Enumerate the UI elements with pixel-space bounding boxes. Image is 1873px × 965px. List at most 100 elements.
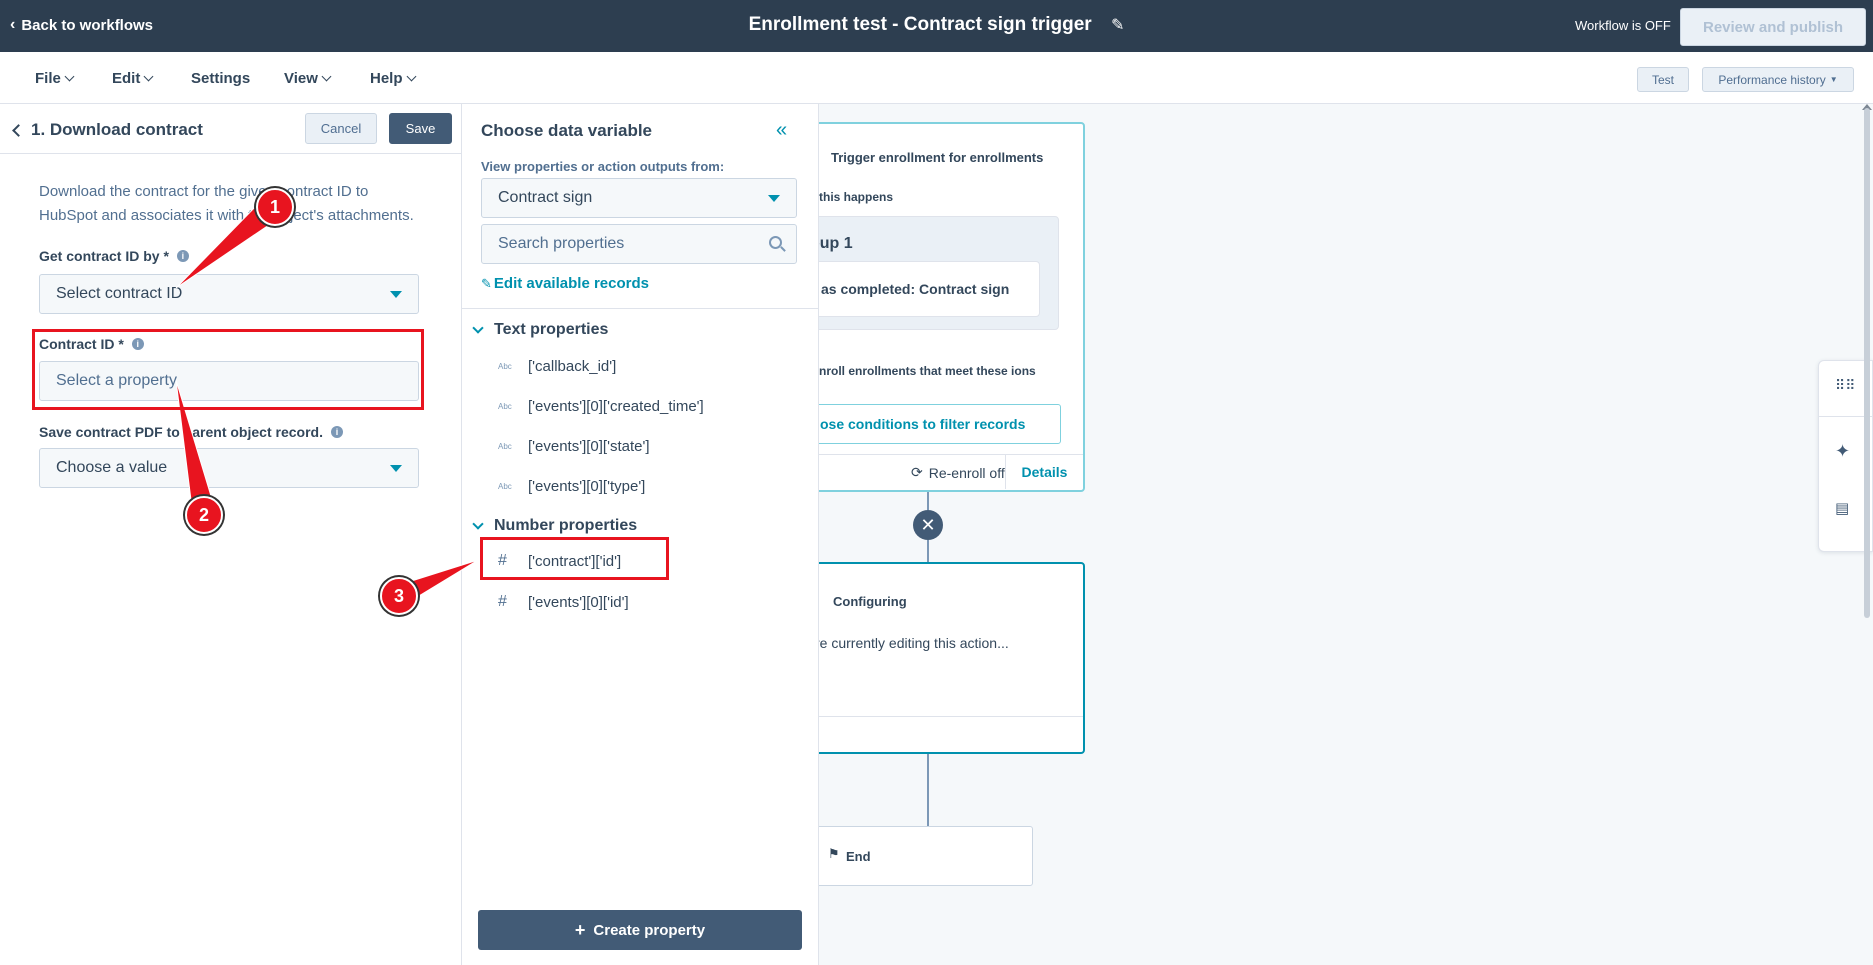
save-button[interactable]: Save (389, 113, 452, 144)
reenroll-toggle[interactable]: ⟳ Re-enroll off (911, 464, 1005, 481)
menu-help[interactable]: Help (370, 70, 416, 87)
create-property-button[interactable]: + Create property (478, 910, 802, 950)
chat-icon[interactable]: ▤ (1835, 499, 1849, 517)
group-label: oup 1 (819, 235, 853, 252)
save-pdf-select[interactable]: Choose a value (39, 448, 419, 488)
test-button[interactable]: Test (1637, 67, 1689, 92)
edit-link-label: Edit available records (493, 275, 649, 292)
review-and-publish-button[interactable]: Review and publish (1680, 8, 1866, 46)
trigger-group: oup 1 as completed: Contract sign (819, 216, 1059, 330)
chevron-left-icon (12, 123, 25, 137)
save-pdf-label: Save contract PDF to parent object recor… (39, 424, 343, 440)
back-link-label: Back to workflows (21, 16, 154, 34)
connector-line (927, 754, 929, 826)
action-card-title: Configuring (833, 594, 907, 609)
panel-title-text: 1. Download contract (31, 120, 203, 139)
info-icon[interactable]: i (330, 426, 343, 438)
number-section-label: Number properties (494, 517, 638, 534)
reenroll-description: nroll enrollments that meet these ions (819, 364, 1036, 378)
plus-icon: + (574, 919, 586, 940)
menu-settings-label: Settings (191, 70, 251, 87)
text-properties-section[interactable]: Text properties (472, 321, 609, 339)
text-type-icon: Abc (498, 401, 512, 411)
create-property-label: Create property (593, 921, 706, 939)
caret-down-icon (390, 291, 402, 298)
property-item[interactable]: Abc ['callback_id'] (498, 353, 616, 379)
data-variable-title: Choose data variable (481, 121, 653, 140)
close-icon[interactable]: ✕ (913, 510, 943, 540)
search-icon (769, 236, 782, 249)
group-condition-text: as completed: Contract sign (821, 281, 1010, 297)
property-label: ['events'][0]['created_time'] (528, 397, 704, 415)
divider (462, 308, 819, 309)
contract-id-method-value: Select contract ID (56, 285, 183, 302)
info-icon[interactable]: i (176, 250, 189, 262)
menu-file-label: File (35, 70, 61, 87)
edit-available-records-link[interactable]: ✎ Edit available records (481, 275, 649, 292)
data-variable-panel: Choose data variable « View properties o… (462, 104, 819, 965)
action-card-subtitle: re currently editing this action... (819, 635, 1009, 651)
menu-file[interactable]: File (35, 70, 75, 87)
cancel-button[interactable]: Cancel (305, 113, 377, 144)
property-label: ['events'][0]['type'] (528, 477, 646, 495)
property-label: ['callback_id'] (528, 357, 617, 375)
workflow-canvas[interactable]: Trigger enrollment for enrollments this … (819, 104, 1873, 965)
group-condition[interactable]: as completed: Contract sign (819, 261, 1040, 317)
trigger-subtitle: this happens (819, 190, 894, 204)
chevron-down-icon (472, 321, 484, 334)
menu-bar: File Edit Settings View Help (0, 52, 1873, 104)
text-section-label: Text properties (494, 321, 609, 338)
property-item[interactable]: Abc ['events'][0]['state'] (498, 433, 650, 459)
performance-history-button[interactable]: Performance history ▼ (1702, 67, 1854, 92)
highlight-contract-id-field (32, 329, 424, 410)
number-properties-section[interactable]: Number properties (472, 517, 638, 535)
end-card[interactable]: ⚑ End (819, 826, 1033, 886)
keyboard-icon[interactable]: ⠿⠿ (1835, 377, 1856, 394)
trigger-card[interactable]: Trigger enrollment for enrollments this … (819, 122, 1085, 492)
connector-line (927, 492, 929, 510)
caret-down-icon (390, 465, 402, 472)
back-to-workflows-link[interactable]: ‹ Back to workflows (10, 16, 153, 34)
data-variable-subtitle: View properties or action outputs from: (481, 159, 725, 174)
flag-icon: ⚑ (828, 846, 840, 861)
menu-view[interactable]: View (284, 70, 332, 87)
details-link[interactable]: Details (1005, 455, 1083, 489)
number-type-icon: # (498, 593, 507, 610)
caret-down-icon: ▼ (1829, 75, 1838, 84)
property-item[interactable]: Abc ['events'][0]['type'] (498, 473, 645, 499)
data-source-select[interactable]: Contract sign (481, 178, 797, 218)
save-pdf-label-text: Save contract PDF to parent object recor… (39, 424, 323, 440)
pencil-icon[interactable]: ✎ (1111, 17, 1124, 34)
highlight-contract-id-property (480, 537, 669, 580)
filter-records-button[interactable]: ose conditions to filter records (819, 404, 1061, 444)
get-contract-id-label: Get contract ID by * i (39, 248, 189, 264)
trigger-title: Trigger enrollment for enrollments (831, 150, 1044, 165)
caret-down-icon (768, 195, 780, 202)
property-item[interactable]: # ['events'][0]['id'] (498, 589, 629, 615)
action-config-panel: 1. Download contract Cancel Save Downloa… (0, 104, 462, 965)
data-source-value: Contract sign (498, 189, 593, 206)
performance-history-label: Performance history (1718, 72, 1826, 87)
step-badge-2: 2 (185, 496, 223, 534)
chevron-down-icon (143, 71, 154, 82)
collapse-icon[interactable]: « (776, 119, 787, 142)
search-properties-input[interactable]: Search properties (481, 224, 797, 264)
step-badge-1: 1 (256, 188, 294, 226)
action-card[interactable]: Configuring re currently editing this ac… (819, 562, 1085, 754)
property-item[interactable]: Abc ['events'][0]['created_time'] (498, 393, 704, 419)
end-label: End (846, 849, 871, 864)
panel-title[interactable]: 1. Download contract (12, 120, 203, 140)
scrollbar[interactable] (1864, 108, 1870, 618)
reenroll-label: Re-enroll off (928, 464, 1005, 481)
contract-id-method-select[interactable]: Select contract ID (39, 274, 419, 314)
property-label: ['events'][0]['id'] (528, 593, 629, 611)
menu-view-label: View (284, 70, 318, 87)
chevron-left-icon: ‹ (10, 16, 16, 33)
top-bar: ‹ Back to workflows Enrollment test - Co… (0, 0, 1873, 52)
panel-header: 1. Download contract Cancel Save (0, 104, 462, 154)
menu-settings[interactable]: Settings (191, 70, 250, 87)
sparkle-icon[interactable]: ✦ (1835, 441, 1850, 462)
step-badge-3: 3 (380, 577, 418, 615)
action-description: Download the contract for the given cont… (39, 183, 414, 224)
menu-edit[interactable]: Edit (112, 70, 154, 87)
